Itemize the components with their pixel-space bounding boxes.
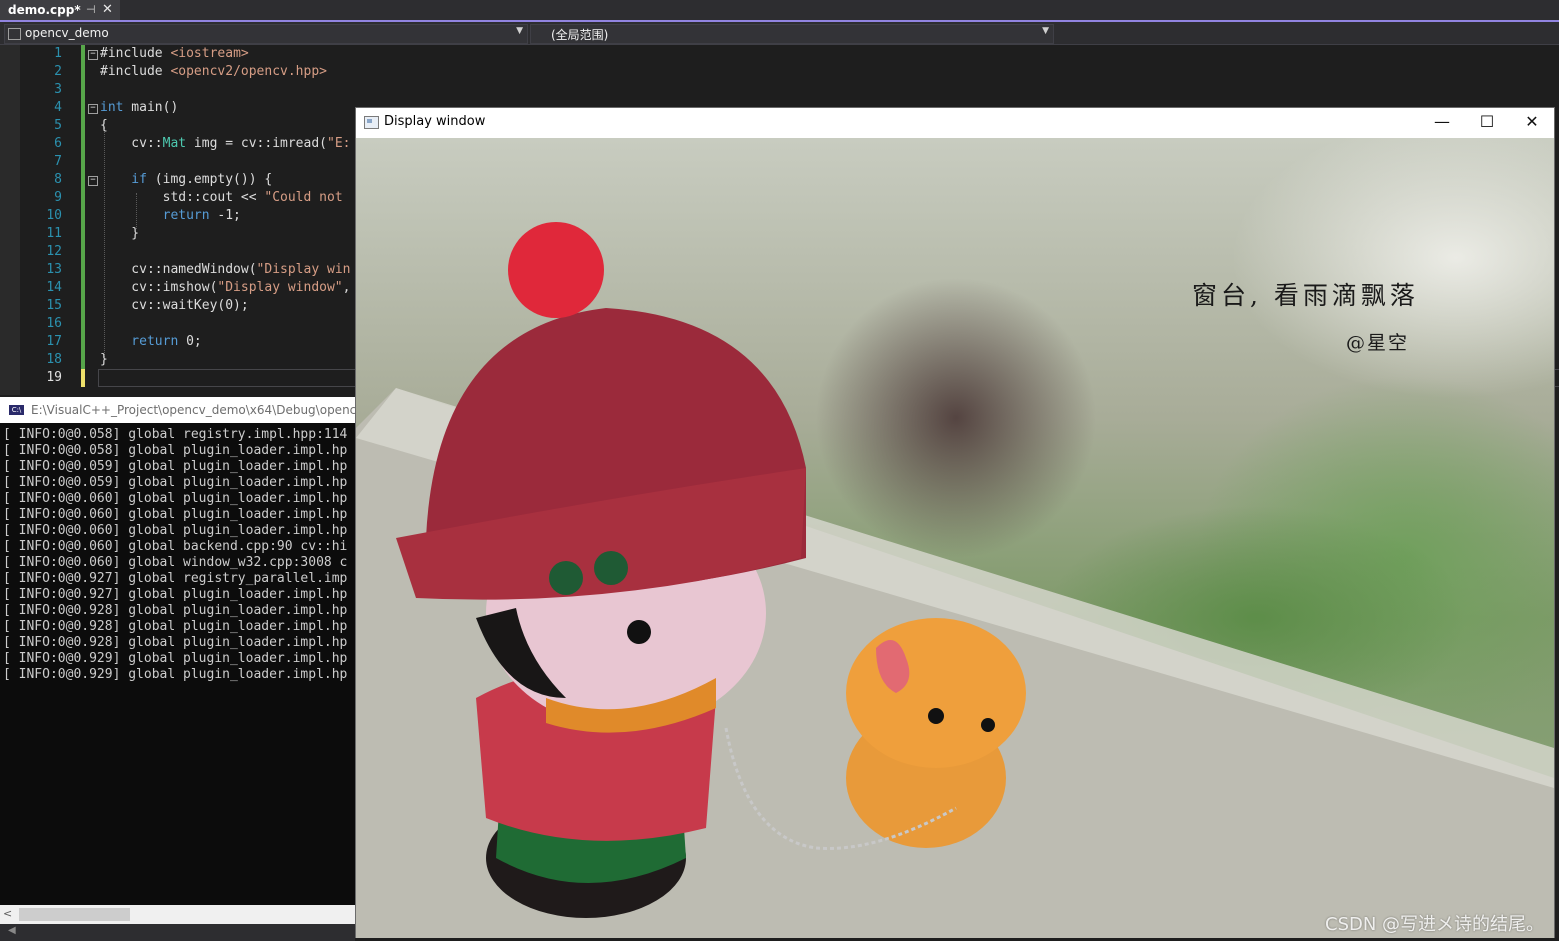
fold-toggle-icon[interactable]: − <box>88 176 98 186</box>
hat-button <box>549 561 583 595</box>
displayed-image: 窗台, 看雨滴飘落 @星空 <box>356 138 1554 938</box>
dog-nose <box>981 718 995 732</box>
log-line: [ INFO:0@0.060] global plugin_loader.imp… <box>3 507 348 522</box>
line-number: 8 <box>54 172 62 187</box>
chevron-down-icon: ▼ <box>516 26 523 36</box>
csdn-watermark: CSDN @写进メ诗的结尾。 <box>1325 914 1545 935</box>
line-number: 5 <box>54 118 62 133</box>
maximize-button[interactable]: ☐ <box>1464 108 1510 137</box>
console-title-bar[interactable]: C:\ E:\VisualC++_Project\opencv_demo\x64… <box>0 397 355 423</box>
pin-icon[interactable]: ⊣ <box>86 3 96 16</box>
line-number-current: 19 <box>46 370 62 385</box>
code-line: std::cout << "Could not <box>100 190 343 205</box>
line-number: 4 <box>54 100 62 115</box>
photo-credit: @星空 <box>1346 332 1410 354</box>
console-window[interactable]: C:\ E:\VisualC++_Project\opencv_demo\x64… <box>0 397 355 941</box>
scroll-left-arrow-icon[interactable]: ◀ <box>8 925 16 936</box>
log-line: [ INFO:0@0.059] global plugin_loader.imp… <box>3 459 348 474</box>
code-line: cv::waitKey(0); <box>100 298 249 313</box>
console-title: E:\VisualC++_Project\opencv_demo\x64\Deb… <box>31 403 355 417</box>
line-number: 17 <box>46 334 62 349</box>
log-line: [ INFO:0@0.060] global backend.cpp:90 cv… <box>3 539 348 554</box>
editor-margin <box>0 45 20 395</box>
editor-tab-bar: demo.cpp* ⊣ ✕ <box>0 0 1559 22</box>
scrollbar-thumb[interactable] <box>19 908 130 921</box>
log-line: [ INFO:0@0.059] global plugin_loader.imp… <box>3 475 348 490</box>
window-app-icon <box>364 116 379 129</box>
code-line: if (img.empty()) { <box>100 172 273 187</box>
project-name: opencv_demo <box>25 26 109 40</box>
project-icon <box>8 28 21 40</box>
display-window-title-bar[interactable]: Display window — ☐ ✕ <box>356 108 1554 137</box>
code-line: cv::imshow("Display window", <box>100 280 351 295</box>
line-number: 11 <box>46 226 62 241</box>
log-line: [ INFO:0@0.929] global plugin_loader.imp… <box>3 651 348 666</box>
minimize-button[interactable]: — <box>1419 108 1465 137</box>
log-line: [ INFO:0@0.928] global plugin_loader.imp… <box>3 603 348 618</box>
scope-label: (全局范围) <box>551 28 609 42</box>
line-number: 18 <box>46 352 62 367</box>
line-number: 2 <box>54 64 62 79</box>
log-line: [ INFO:0@0.058] global plugin_loader.imp… <box>3 443 348 458</box>
console-icon: C:\ <box>9 405 24 415</box>
log-line: [ INFO:0@0.060] global window_w32.cpp:30… <box>3 555 348 570</box>
editor-bottom-strip: ◀ <box>0 924 355 941</box>
line-number: 1 <box>54 46 62 61</box>
scroll-left-arrow-icon[interactable]: < <box>3 907 12 920</box>
log-line: [ INFO:0@0.929] global plugin_loader.imp… <box>3 667 348 682</box>
tab-demo-cpp[interactable]: demo.cpp* ⊣ ✕ <box>0 0 120 20</box>
log-line: [ INFO:0@0.058] global registry.impl.hpp… <box>3 427 348 442</box>
dog-eye <box>928 708 944 724</box>
change-marker <box>81 45 85 369</box>
line-number: 9 <box>54 190 62 205</box>
line-number: 16 <box>46 316 62 331</box>
chevron-down-icon: ▼ <box>1042 26 1049 36</box>
photo-caption: 窗台, 看雨滴飘落 <box>1192 281 1419 310</box>
code-line: } <box>100 352 108 367</box>
code-line: { <box>100 118 108 133</box>
code-line: } <box>100 226 140 241</box>
code-line: #include <opencv2/opencv.hpp> <box>100 64 327 79</box>
line-number: 10 <box>46 208 62 223</box>
dog-head <box>846 618 1026 768</box>
horizontal-scrollbar[interactable]: < <box>0 905 355 924</box>
close-button[interactable]: ✕ <box>1509 108 1555 137</box>
navigation-bar: opencv_demo ▼ (全局范围) ▼ <box>0 22 1559 45</box>
display-window-title: Display window <box>384 114 486 129</box>
line-number: 15 <box>46 298 62 313</box>
doll-eye <box>627 620 651 644</box>
line-number: 7 <box>54 154 62 169</box>
code-line: return 0; <box>100 334 202 349</box>
hat-pompom <box>508 222 604 318</box>
line-number: 14 <box>46 280 62 295</box>
photo-scene <box>356 222 1554 938</box>
code-line: cv::namedWindow("Display win <box>100 262 351 277</box>
project-dropdown[interactable]: opencv_demo ▼ <box>4 24 528 44</box>
change-marker-unsaved <box>81 369 85 387</box>
log-line: [ INFO:0@0.060] global plugin_loader.imp… <box>3 523 348 538</box>
line-number: 13 <box>46 262 62 277</box>
hat-button <box>594 551 628 585</box>
log-line: [ INFO:0@0.060] global plugin_loader.imp… <box>3 491 348 506</box>
log-line: [ INFO:0@0.927] global plugin_loader.imp… <box>3 587 348 602</box>
console-output: [ INFO:0@0.058] global registry.impl.hpp… <box>0 427 355 905</box>
log-line: [ INFO:0@0.927] global registry_parallel… <box>3 571 348 586</box>
tab-label: demo.cpp* <box>8 3 81 17</box>
code-line: return -1; <box>100 208 241 223</box>
fold-toggle-icon[interactable]: − <box>88 104 98 114</box>
line-number: 6 <box>54 136 62 151</box>
close-icon[interactable]: ✕ <box>102 2 113 17</box>
fold-toggle-icon[interactable]: − <box>88 50 98 60</box>
code-line: #include <iostream> <box>100 46 249 61</box>
log-line: [ INFO:0@0.928] global plugin_loader.imp… <box>3 635 348 650</box>
code-line: cv::Mat img = cv::imread("E: <box>100 136 351 151</box>
line-number: 12 <box>46 244 62 259</box>
display-window[interactable]: Display window — ☐ ✕ 窗台, 看雨滴飘落 @星空 <box>355 107 1555 938</box>
line-number: 3 <box>54 82 62 97</box>
log-line: [ INFO:0@0.928] global plugin_loader.imp… <box>3 619 348 634</box>
code-line: int main() <box>100 100 179 115</box>
scope-dropdown[interactable]: (全局范围) ▼ <box>530 24 1054 44</box>
